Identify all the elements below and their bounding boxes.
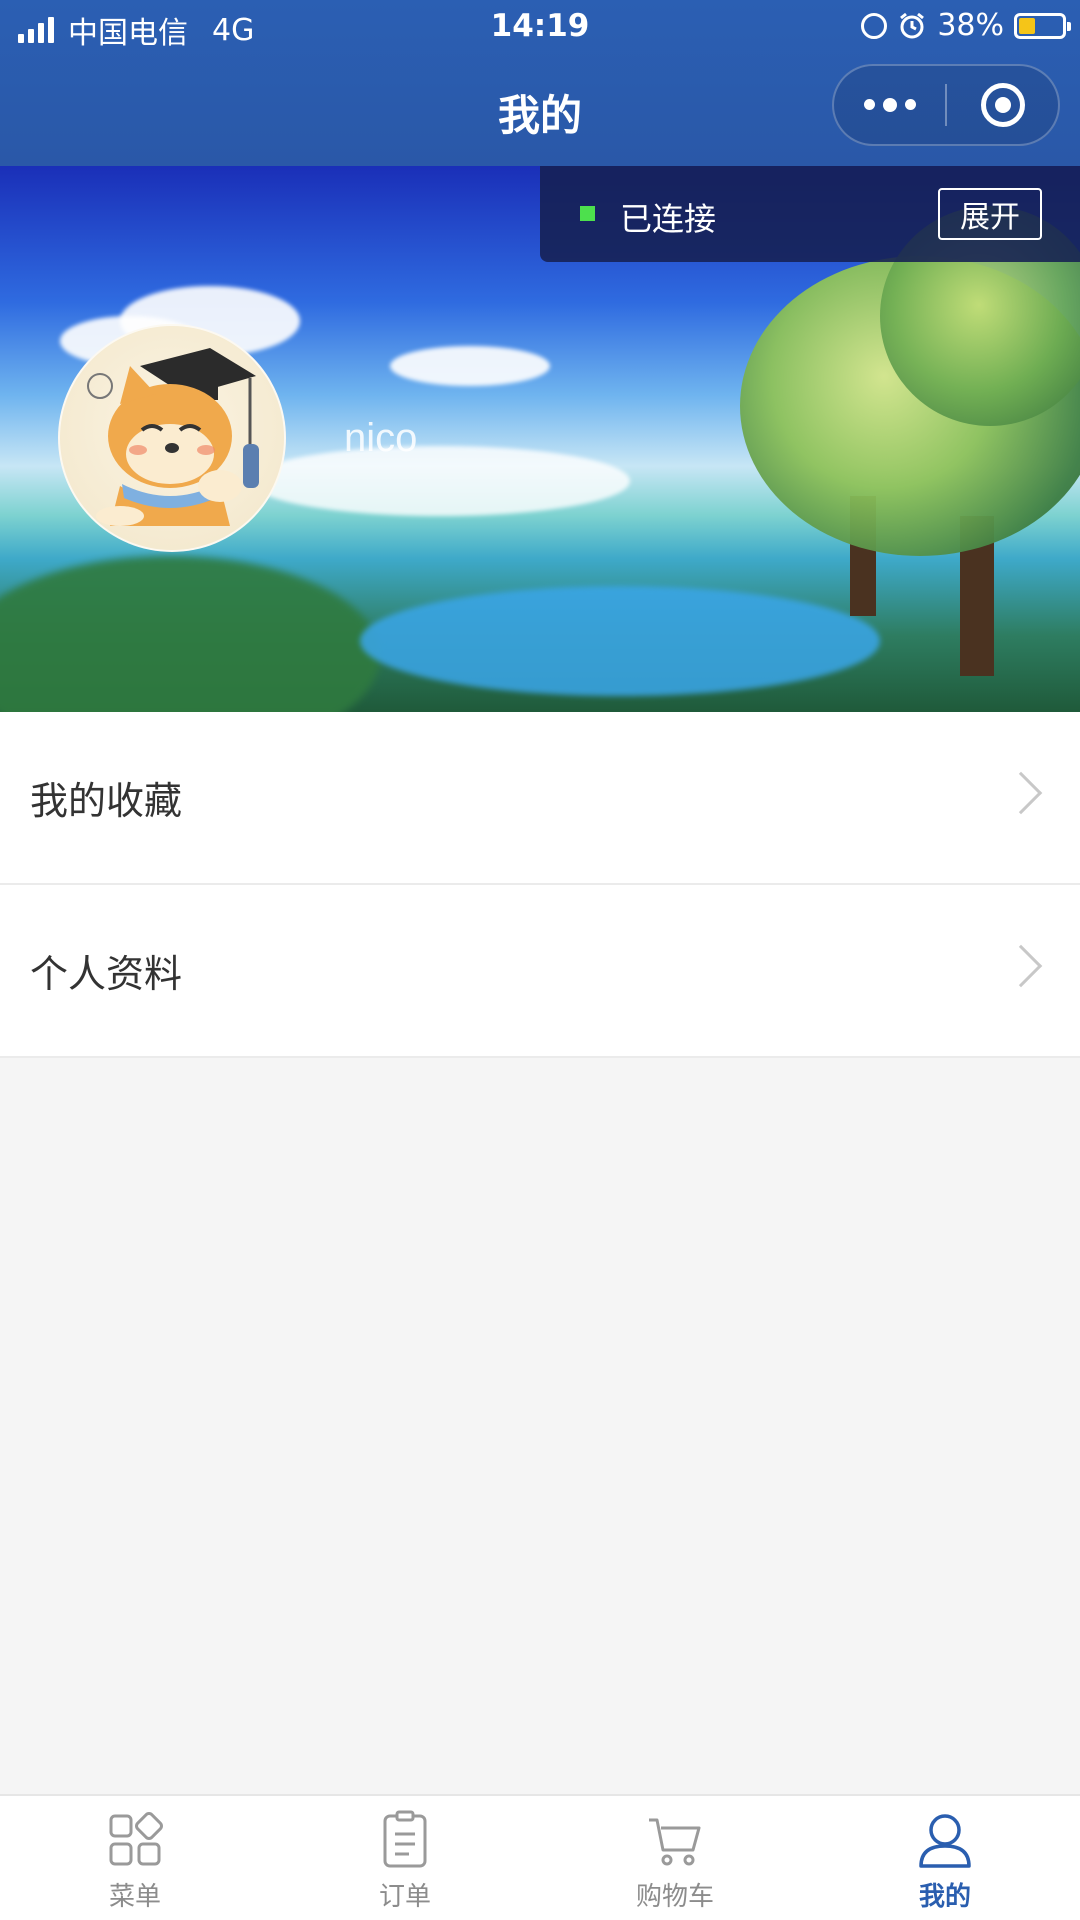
battery-percent: 38% [937, 8, 1004, 43]
rotation-lock-icon [861, 12, 888, 39]
status-bar: 中国电信 4G 14:19 38% [0, 0, 1080, 56]
grass-decoration [0, 556, 380, 712]
tab-menu[interactable]: 菜单 [0, 1796, 270, 1920]
mini-program-capsule [832, 64, 1060, 146]
menu-item-favorites[interactable]: 我的收藏 [0, 712, 1080, 885]
clipboard-icon [383, 1810, 427, 1868]
cart-icon [649, 1818, 701, 1866]
user-icon [919, 1814, 971, 1868]
target-icon [980, 83, 1025, 127]
username: nico [344, 416, 418, 460]
tab-label: 菜单 [108, 1882, 161, 1912]
alarm-icon [900, 12, 925, 38]
profile-menu: 我的收藏 个人资料 [0, 712, 1080, 1058]
battery-icon [1014, 12, 1071, 39]
more-button[interactable] [834, 66, 945, 144]
top-bar: 中国电信 4G 14:19 38% 我的 [0, 0, 1080, 166]
grid-icon [109, 1812, 163, 1866]
chevron-right-icon [999, 771, 1043, 815]
connection-status-bar: 已连接 展开 [540, 166, 1080, 262]
battery-fill [1019, 17, 1035, 34]
connected-indicator-icon [580, 206, 595, 221]
nav-bar: 我的 [0, 56, 1080, 166]
tab-orders[interactable]: 订单 [270, 1796, 540, 1920]
tab-cart[interactable]: 购物车 [540, 1796, 810, 1920]
avatar[interactable] [58, 324, 286, 552]
menu-item-profile-info[interactable]: 个人资料 [0, 885, 1080, 1058]
close-mini-program-button[interactable] [947, 66, 1058, 144]
menu-item-label: 个人资料 [30, 952, 183, 996]
connection-status-label: 已连接 [620, 200, 717, 238]
more-dots-icon [863, 97, 916, 112]
tab-bar: 菜单 订单 购物车 我的 [0, 1794, 1080, 1920]
river-decoration [360, 586, 880, 696]
cloud-decoration [390, 346, 550, 386]
tab-label: 购物车 [635, 1882, 714, 1912]
shiba-dog-avatar-icon [87, 348, 259, 526]
expand-button[interactable]: 展开 [938, 188, 1042, 240]
tab-mine[interactable]: 我的 [810, 1796, 1080, 1920]
menu-item-label: 我的收藏 [30, 779, 183, 823]
tab-label: 我的 [918, 1882, 971, 1912]
tab-label: 订单 [378, 1882, 431, 1912]
cloud-decoration [250, 446, 630, 516]
status-right: 38% [861, 8, 1071, 43]
chevron-right-icon [999, 944, 1043, 988]
